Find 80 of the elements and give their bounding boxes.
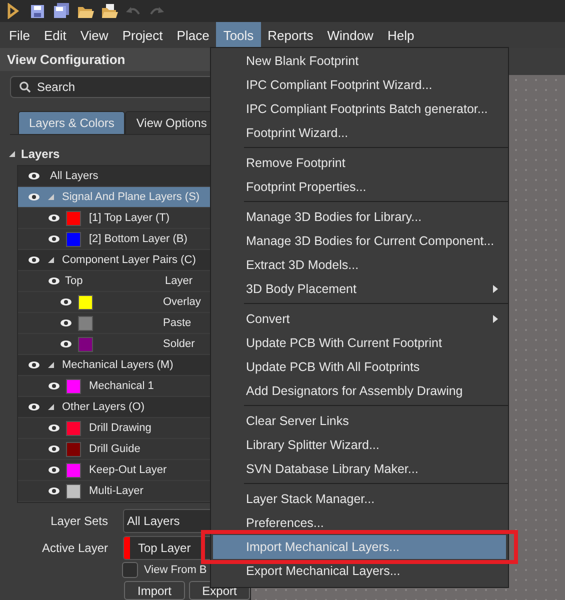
- menu-item[interactable]: Reports: [260, 22, 320, 48]
- color-swatch[interactable]: [66, 442, 81, 456]
- layer-pair-label: Top: [65, 275, 84, 287]
- search-icon: [19, 80, 31, 93]
- layer-label: Drill Guide: [89, 443, 140, 455]
- eye-icon[interactable]: [48, 214, 60, 222]
- menu-item[interactable]: Window: [320, 22, 380, 48]
- color-swatch[interactable]: [66, 378, 81, 394]
- layer-label: Drill Drawing: [89, 422, 152, 434]
- field-label: Layer Sets: [50, 514, 109, 528]
- color-swatch[interactable]: [78, 294, 93, 310]
- layer-label: Solder: [163, 338, 195, 350]
- layer-label: All Layers: [50, 170, 98, 182]
- color-swatch[interactable]: [78, 316, 93, 330]
- checkbox-label: View From B: [144, 564, 207, 576]
- save-button[interactable]: [28, 2, 46, 20]
- menu-item[interactable]: Layer Stack Manager...: [213, 487, 506, 511]
- color-swatch[interactable]: [78, 336, 93, 352]
- eye-icon[interactable]: [48, 235, 60, 243]
- eye-icon[interactable]: [48, 424, 60, 432]
- collapse-triangle-icon[interactable]: [48, 404, 54, 410]
- menu-item[interactable]: Convert: [213, 307, 506, 331]
- section-title: Layers: [21, 147, 60, 162]
- undo-icon: [125, 5, 141, 17]
- eye-icon[interactable]: [60, 340, 72, 348]
- menu-item[interactable]: Tools: [216, 22, 261, 48]
- redo-icon: [149, 5, 165, 17]
- menu-item[interactable]: Library Splitter Wizard...: [213, 433, 506, 457]
- collapse-triangle-icon[interactable]: [48, 362, 54, 368]
- menu-item[interactable]: File: [2, 22, 37, 48]
- layer-label: Paste: [163, 317, 192, 329]
- layer-label: Overlay: [163, 296, 201, 308]
- layer-label: [2] Bottom Layer (B): [89, 233, 188, 245]
- logo-icon: [6, 3, 20, 19]
- color-swatch[interactable]: [66, 462, 81, 478]
- panel-button[interactable]: Import: [124, 581, 185, 600]
- color-swatch[interactable]: [66, 210, 81, 226]
- color-swatch[interactable]: [66, 420, 81, 436]
- menu-item[interactable]: Place: [170, 22, 216, 48]
- layer-label: Multi-Layer: [89, 485, 144, 497]
- layer-group-label: Other Layers (O): [62, 401, 145, 413]
- eye-icon[interactable]: [48, 445, 60, 453]
- open-project-button[interactable]: [100, 2, 118, 20]
- menu-item[interactable]: View: [73, 22, 116, 48]
- eye-icon[interactable]: [48, 466, 60, 474]
- color-swatch[interactable]: [66, 232, 81, 246]
- checkbox[interactable]: [122, 562, 138, 578]
- menu-item[interactable]: Help: [380, 22, 422, 48]
- menu-item[interactable]: 3D Body Placement: [213, 277, 506, 301]
- color-swatch[interactable]: [66, 484, 81, 498]
- field-label: Active Layer: [40, 541, 109, 555]
- menu-item[interactable]: SVN Database Library Maker...: [213, 457, 506, 481]
- menu-item[interactable]: Manage 3D Bodies for Current Component...: [213, 229, 506, 253]
- eye-icon[interactable]: [60, 298, 72, 306]
- menu-item[interactable]: Manage 3D Bodies for Library...: [213, 205, 506, 229]
- layer-group-label: Signal And Plane Layers (S): [62, 191, 200, 203]
- menu-item[interactable]: Project: [115, 22, 170, 48]
- collapse-triangle-icon[interactable]: [48, 257, 54, 263]
- layer-group-label: Component Layer Pairs (C): [62, 254, 196, 266]
- menu-item[interactable]: Update PCB With Current Footprint: [213, 331, 506, 355]
- layer-label: Mechanical 1: [89, 380, 154, 392]
- menu-item[interactable]: Export Mechanical Layers...: [213, 559, 506, 583]
- eye-icon[interactable]: [48, 382, 60, 390]
- eye-icon[interactable]: [48, 487, 60, 495]
- layer-label: [1] Top Layer (T): [89, 212, 170, 224]
- eye-icon[interactable]: [60, 319, 72, 327]
- layer-group-label: Mechanical Layers (M): [62, 359, 174, 371]
- folder-document-icon: [100, 4, 118, 18]
- eye-icon[interactable]: [28, 256, 40, 264]
- eye-icon[interactable]: [28, 172, 40, 180]
- eye-icon[interactable]: [28, 193, 40, 201]
- eye-icon[interactable]: [28, 403, 40, 411]
- layer-label: Keep-Out Layer: [89, 464, 167, 476]
- menu-item[interactable]: Edit: [36, 22, 74, 48]
- save-all-button[interactable]: [52, 2, 70, 20]
- eye-icon[interactable]: [28, 361, 40, 369]
- column-label: Layer: [165, 275, 193, 287]
- collapse-triangle-icon[interactable]: [9, 151, 15, 158]
- eye-icon[interactable]: [48, 277, 60, 285]
- floppy-disks-icon: [52, 3, 70, 19]
